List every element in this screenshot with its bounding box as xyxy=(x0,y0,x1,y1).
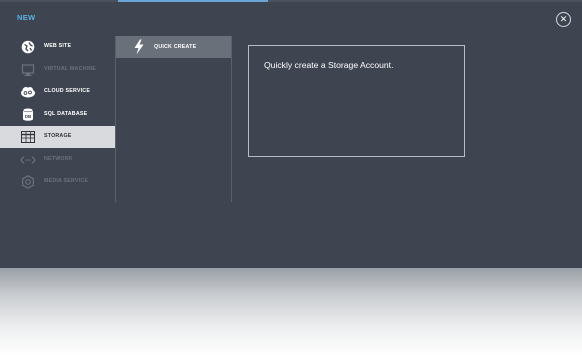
category-label: STORAGE xyxy=(44,133,72,139)
option-quick-create[interactable]: QUICK CREATE xyxy=(116,36,231,58)
column-divider xyxy=(115,36,116,202)
database-icon: DB xyxy=(20,107,36,123)
close-button[interactable]: ✕ xyxy=(556,12,571,27)
category-item-virtual-machine[interactable]: VIRTUAL MACHINE xyxy=(0,59,115,81)
network-icon xyxy=(20,152,36,168)
monitor-icon xyxy=(20,62,36,78)
category-label: SQL DATABASE xyxy=(44,110,88,117)
reflection-shadow xyxy=(0,268,582,356)
description-panel: Quickly create a Storage Account. xyxy=(248,45,465,157)
column-divider xyxy=(231,36,232,202)
new-dialog: NEW ✕ WEB SITE VIRTUAL MACHINE CLOUD SER… xyxy=(0,0,582,268)
globe-icon xyxy=(20,39,36,55)
category-label: MEDIA SERVICE xyxy=(44,178,89,184)
cloud-icon xyxy=(20,84,36,100)
category-label: NETWORK xyxy=(44,155,73,162)
category-item-storage[interactable]: STORAGE xyxy=(0,126,115,148)
grid-icon xyxy=(20,129,36,145)
category-label: CLOUD SERVICE xyxy=(44,88,91,94)
top-edge xyxy=(0,0,582,2)
dialog-title: NEW xyxy=(17,13,36,22)
category-item-web-site[interactable]: WEB SITE xyxy=(0,36,115,58)
description-text: Quickly create a Storage Account. xyxy=(264,60,394,70)
svg-text:DB: DB xyxy=(25,114,32,119)
category-label: WEB SITE xyxy=(44,43,72,49)
media-icon xyxy=(20,174,36,190)
category-item-network[interactable]: NETWORK xyxy=(0,149,115,171)
top-accent-bar xyxy=(118,0,268,2)
category-label: VIRTUAL MACHINE xyxy=(44,65,97,72)
category-item-sql-database[interactable]: DB SQL DATABASE xyxy=(0,104,115,126)
category-menu: WEB SITE VIRTUAL MACHINE CLOUD SERVICE D… xyxy=(0,36,115,194)
option-label: QUICK CREATE xyxy=(154,44,197,50)
category-item-cloud-service[interactable]: CLOUD SERVICE xyxy=(0,81,115,103)
lightning-icon xyxy=(133,39,145,55)
category-item-media-service[interactable]: MEDIA SERVICE xyxy=(0,171,115,193)
close-icon: ✕ xyxy=(559,14,568,24)
